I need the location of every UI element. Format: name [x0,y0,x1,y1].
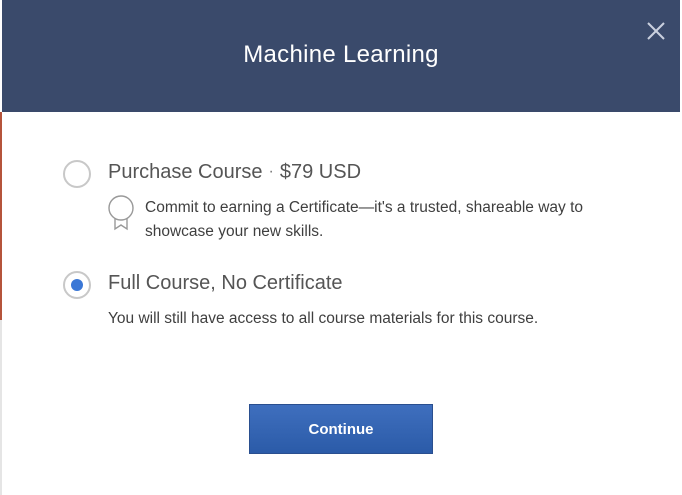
modal-header: Machine Learning [2,0,680,112]
certificate-ribbon-icon [106,194,136,232]
enrollment-modal: Machine Learning Purchase Course · $79 USD… [2,0,680,495]
option-purchase-label: Purchase Course [108,161,263,183]
option-full-course-no-certificate[interactable]: Full Course, No Certificate You will sti… [63,271,623,333]
option-purchase-price: $79 USD [279,161,362,183]
modal-title: Machine Learning [243,41,439,68]
radio-full-course-no-certificate[interactable] [63,271,91,299]
option-title: Purchase Course · $79 USD [108,161,361,184]
continue-button[interactable]: Continue [249,404,433,454]
radio-purchase-course[interactable] [63,160,91,188]
option-audit-label: Full Course, No Certificate [108,272,343,294]
close-icon [647,22,665,40]
option-purchase-course[interactable]: Purchase Course · $79 USD Commit to earnin… [63,160,623,250]
close-button[interactable] [645,20,667,42]
option-purchase-description: Commit to earning a Certificate—it's a t… [145,199,584,240]
option-audit-description: You will still have access to all course… [108,310,539,327]
price-separator: · [268,163,274,180]
